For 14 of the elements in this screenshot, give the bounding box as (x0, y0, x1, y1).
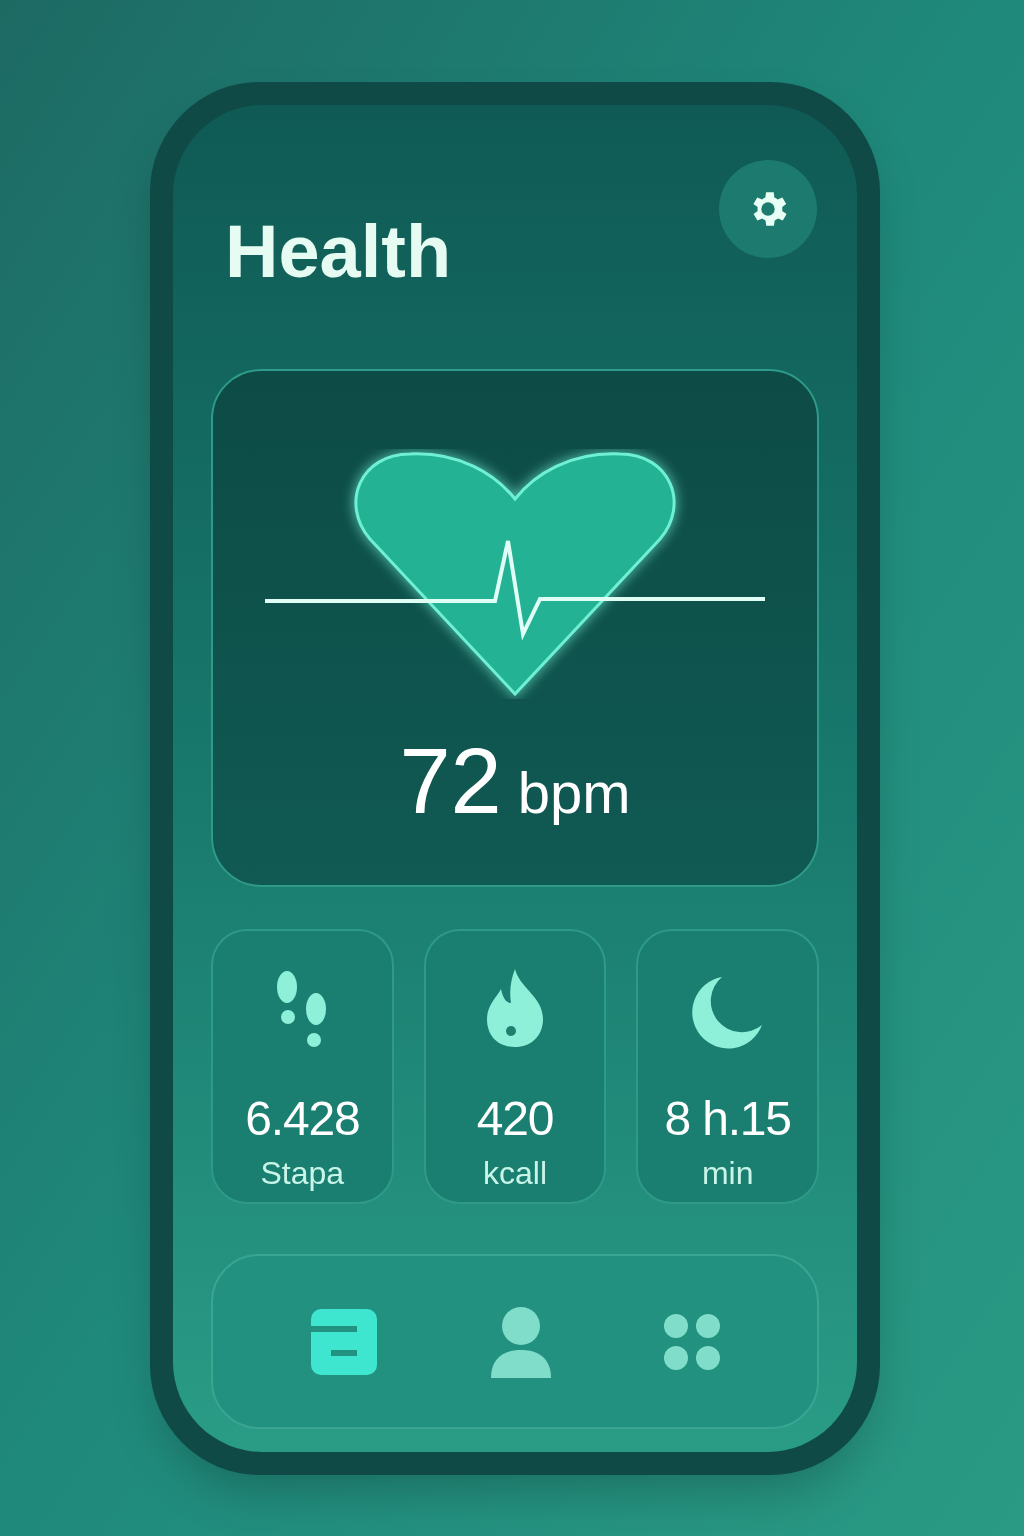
stat-unit: Stapa (260, 1157, 345, 1189)
heart-pulse-icon (265, 449, 765, 699)
stat-value: 8 h.15 (664, 1095, 791, 1143)
moon-icon (691, 975, 764, 1049)
stat-value: 420 (476, 1095, 554, 1143)
grid-icon (663, 1312, 722, 1371)
stat-value: 6.428 (245, 1095, 360, 1143)
flame-icon (485, 967, 545, 1049)
stat-unit: kcall (483, 1157, 547, 1189)
tab-icon (308, 1306, 379, 1377)
stat-unit: min (701, 1157, 754, 1189)
app-title: Health (225, 215, 452, 289)
person-icon (490, 1305, 552, 1378)
heart-rate-value: 72 (399, 735, 502, 827)
